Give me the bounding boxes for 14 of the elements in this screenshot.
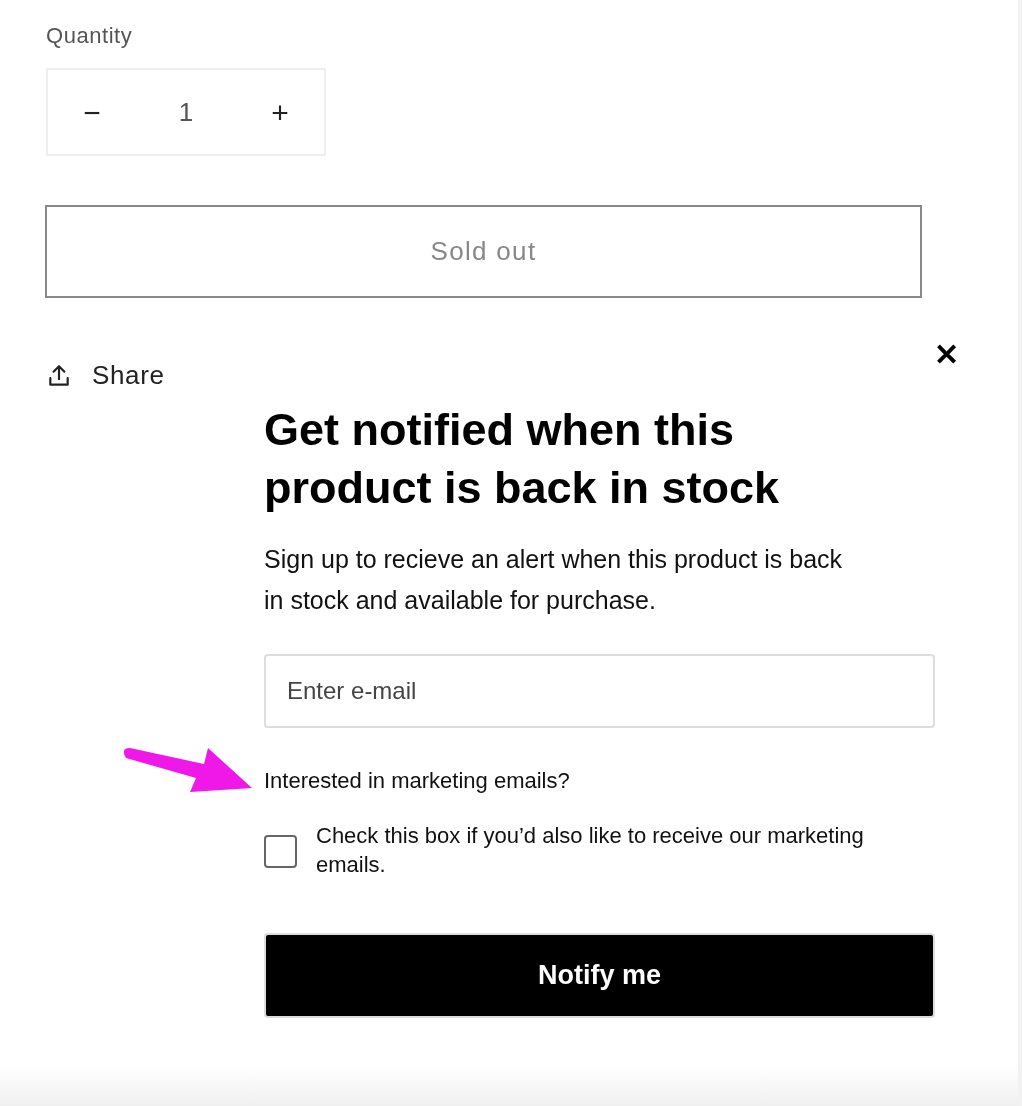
marketing-checkbox-label: Check this box if you’d also like to receive our marketing emails. [316,822,865,879]
quantity-value: 1 [178,95,194,129]
marketing-checkbox[interactable] [264,835,297,868]
quantity-label: Quantity [46,22,133,50]
increment-button[interactable]: + [256,88,304,136]
popup-title: Get notified when this product is back in stock [264,403,781,515]
marketing-question: Interested in marketing emails? [264,767,570,795]
decrement-button[interactable]: − [68,88,116,136]
email-field[interactable]: Enter e-mail [264,654,935,728]
close-button[interactable]: ✕ [931,340,961,370]
share-icon [46,362,72,389]
popup-description: Sign up to recieve an alert when this product is back in stock and available for purchase. [264,544,844,616]
notify-button[interactable]: Notify me [264,933,935,1018]
share-button[interactable]: Share [46,356,165,395]
